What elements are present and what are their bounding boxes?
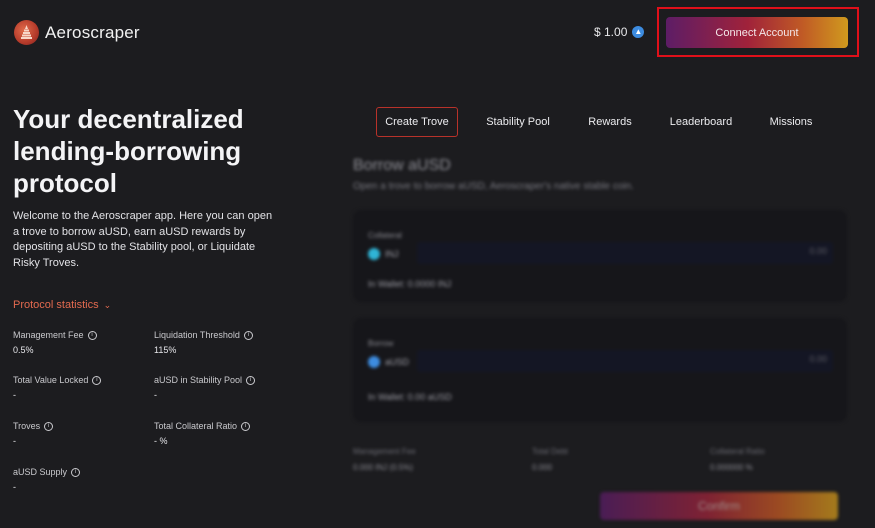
stat-troves: Troves i - <box>13 421 54 446</box>
info-icon[interactable]: i <box>87 330 97 340</box>
collateral-token[interactable]: INJ <box>368 248 399 260</box>
summary-label: Collateral Ratio <box>710 447 765 456</box>
stat-value: - % <box>154 436 168 446</box>
brand-logo[interactable]: Aeroscraper <box>14 20 140 45</box>
stat-label: aUSD in Stability Pool <box>154 375 243 385</box>
collateral-amount-value: 0.00 <box>809 246 827 256</box>
tab-missions[interactable]: Missions <box>762 107 820 137</box>
stat-value: - <box>13 482 16 492</box>
stat-value: 115% <box>154 345 177 355</box>
stat-label: Liquidation Threshold <box>154 330 240 340</box>
ausd-icon <box>368 356 380 368</box>
info-icon[interactable]: i <box>92 375 102 385</box>
stat-label: Total Value Locked <box>13 375 89 385</box>
hero-title: Your decentralized lending-borrowing pro… <box>13 104 244 198</box>
protocol-statistics-label: Protocol statistics <box>13 299 99 311</box>
summary-collateral-ratio: Collateral Ratio 0.000000 % <box>710 447 765 472</box>
stat-total-value-locked: Total Value Locked i - <box>13 375 102 400</box>
stat-ausd-supply: aUSD Supply i - <box>13 467 81 492</box>
borrow-token-name: aUSD <box>385 357 410 367</box>
stat-management-fee: Management Fee i 0.5% <box>13 330 97 355</box>
tab-rewards[interactable]: Rewards <box>580 107 640 137</box>
summary-total-debt: Total Debt 0.000 <box>532 447 568 472</box>
collateral-token-name: INJ <box>385 249 399 259</box>
summary-value: 0.000 INJ (0.5%) <box>353 463 414 472</box>
borrow-card: Borrow aUSD 0.00 In Wallet: 0.00 aUSD <box>353 318 847 422</box>
stat-value: 0.5% <box>13 345 34 355</box>
ausd-token-icon: ▲ <box>632 26 645 38</box>
stat-ausd-in-stability-pool: aUSD in Stability Pool i - <box>154 375 256 400</box>
summary-label: Total Debt <box>532 447 569 456</box>
app-header: Aeroscraper $ 1.00 ▲ Connect Account <box>0 0 875 66</box>
tab-stability-pool[interactable]: Stability Pool <box>480 107 556 137</box>
info-icon[interactable]: i <box>44 421 54 431</box>
stat-value: - <box>13 436 16 446</box>
tab-leaderboard[interactable]: Leaderboard <box>664 107 738 137</box>
collateral-label: Collateral <box>368 231 402 240</box>
borrow-label: Borrow <box>368 339 394 348</box>
aeroscraper-logo-icon <box>14 20 39 45</box>
stat-label: Troves <box>13 421 41 431</box>
chevron-down-icon: ⌄ <box>103 299 112 310</box>
connect-account-button[interactable]: Connect Account <box>666 17 848 48</box>
info-icon[interactable]: i <box>243 330 253 340</box>
summary-value: 0.000 <box>532 463 553 472</box>
protocol-statistics-toggle[interactable]: Protocol statistics ⌄ <box>13 299 111 311</box>
info-icon[interactable]: i <box>241 421 251 431</box>
price-value: $ 1.00 <box>594 25 628 39</box>
summary-label: Management Fee <box>353 447 416 456</box>
summary-management-fee: Management Fee 0.000 INJ (0.5%) <box>353 447 416 472</box>
summary-value: 0.000000 % <box>710 463 753 472</box>
stat-label: aUSD Supply <box>13 467 68 477</box>
stat-label: Management Fee <box>13 330 84 340</box>
tab-create-trove[interactable]: Create Trove <box>376 107 458 137</box>
borrow-title: Borrow aUSD <box>353 157 451 174</box>
borrow-amount-input[interactable] <box>417 350 833 372</box>
borrow-wallet-balance: In Wallet: 0.00 aUSD <box>368 392 452 402</box>
stat-label: Total Collateral Ratio <box>154 421 238 431</box>
collateral-amount-input[interactable] <box>417 242 833 264</box>
injective-icon <box>368 248 380 260</box>
collateral-wallet-balance: In Wallet: 0.0000 INJ <box>368 279 452 289</box>
collateral-card: Collateral INJ 0.00 In Wallet: 0.0000 IN… <box>353 210 847 302</box>
brand-name: Aeroscraper <box>45 22 140 42</box>
info-icon[interactable]: i <box>246 375 256 385</box>
hero-description: Welcome to the Aeroscraper app. Here you… <box>13 210 273 270</box>
stat-value: - <box>154 390 157 400</box>
stat-value: - <box>13 390 16 400</box>
ausd-price: $ 1.00 ▲ <box>594 25 645 39</box>
stat-liquidation-threshold: Liquidation Threshold i 115% <box>154 330 253 355</box>
borrow-amount-value: 0.00 <box>809 354 827 364</box>
borrow-subtitle: Open a trove to borrow aUSD, Aeroscraper… <box>353 181 634 192</box>
stat-total-collateral-ratio: Total Collateral Ratio i - % <box>154 421 251 446</box>
info-icon[interactable]: i <box>71 467 81 477</box>
confirm-button[interactable]: Confirm <box>600 492 838 520</box>
borrow-token[interactable]: aUSD <box>368 356 409 368</box>
